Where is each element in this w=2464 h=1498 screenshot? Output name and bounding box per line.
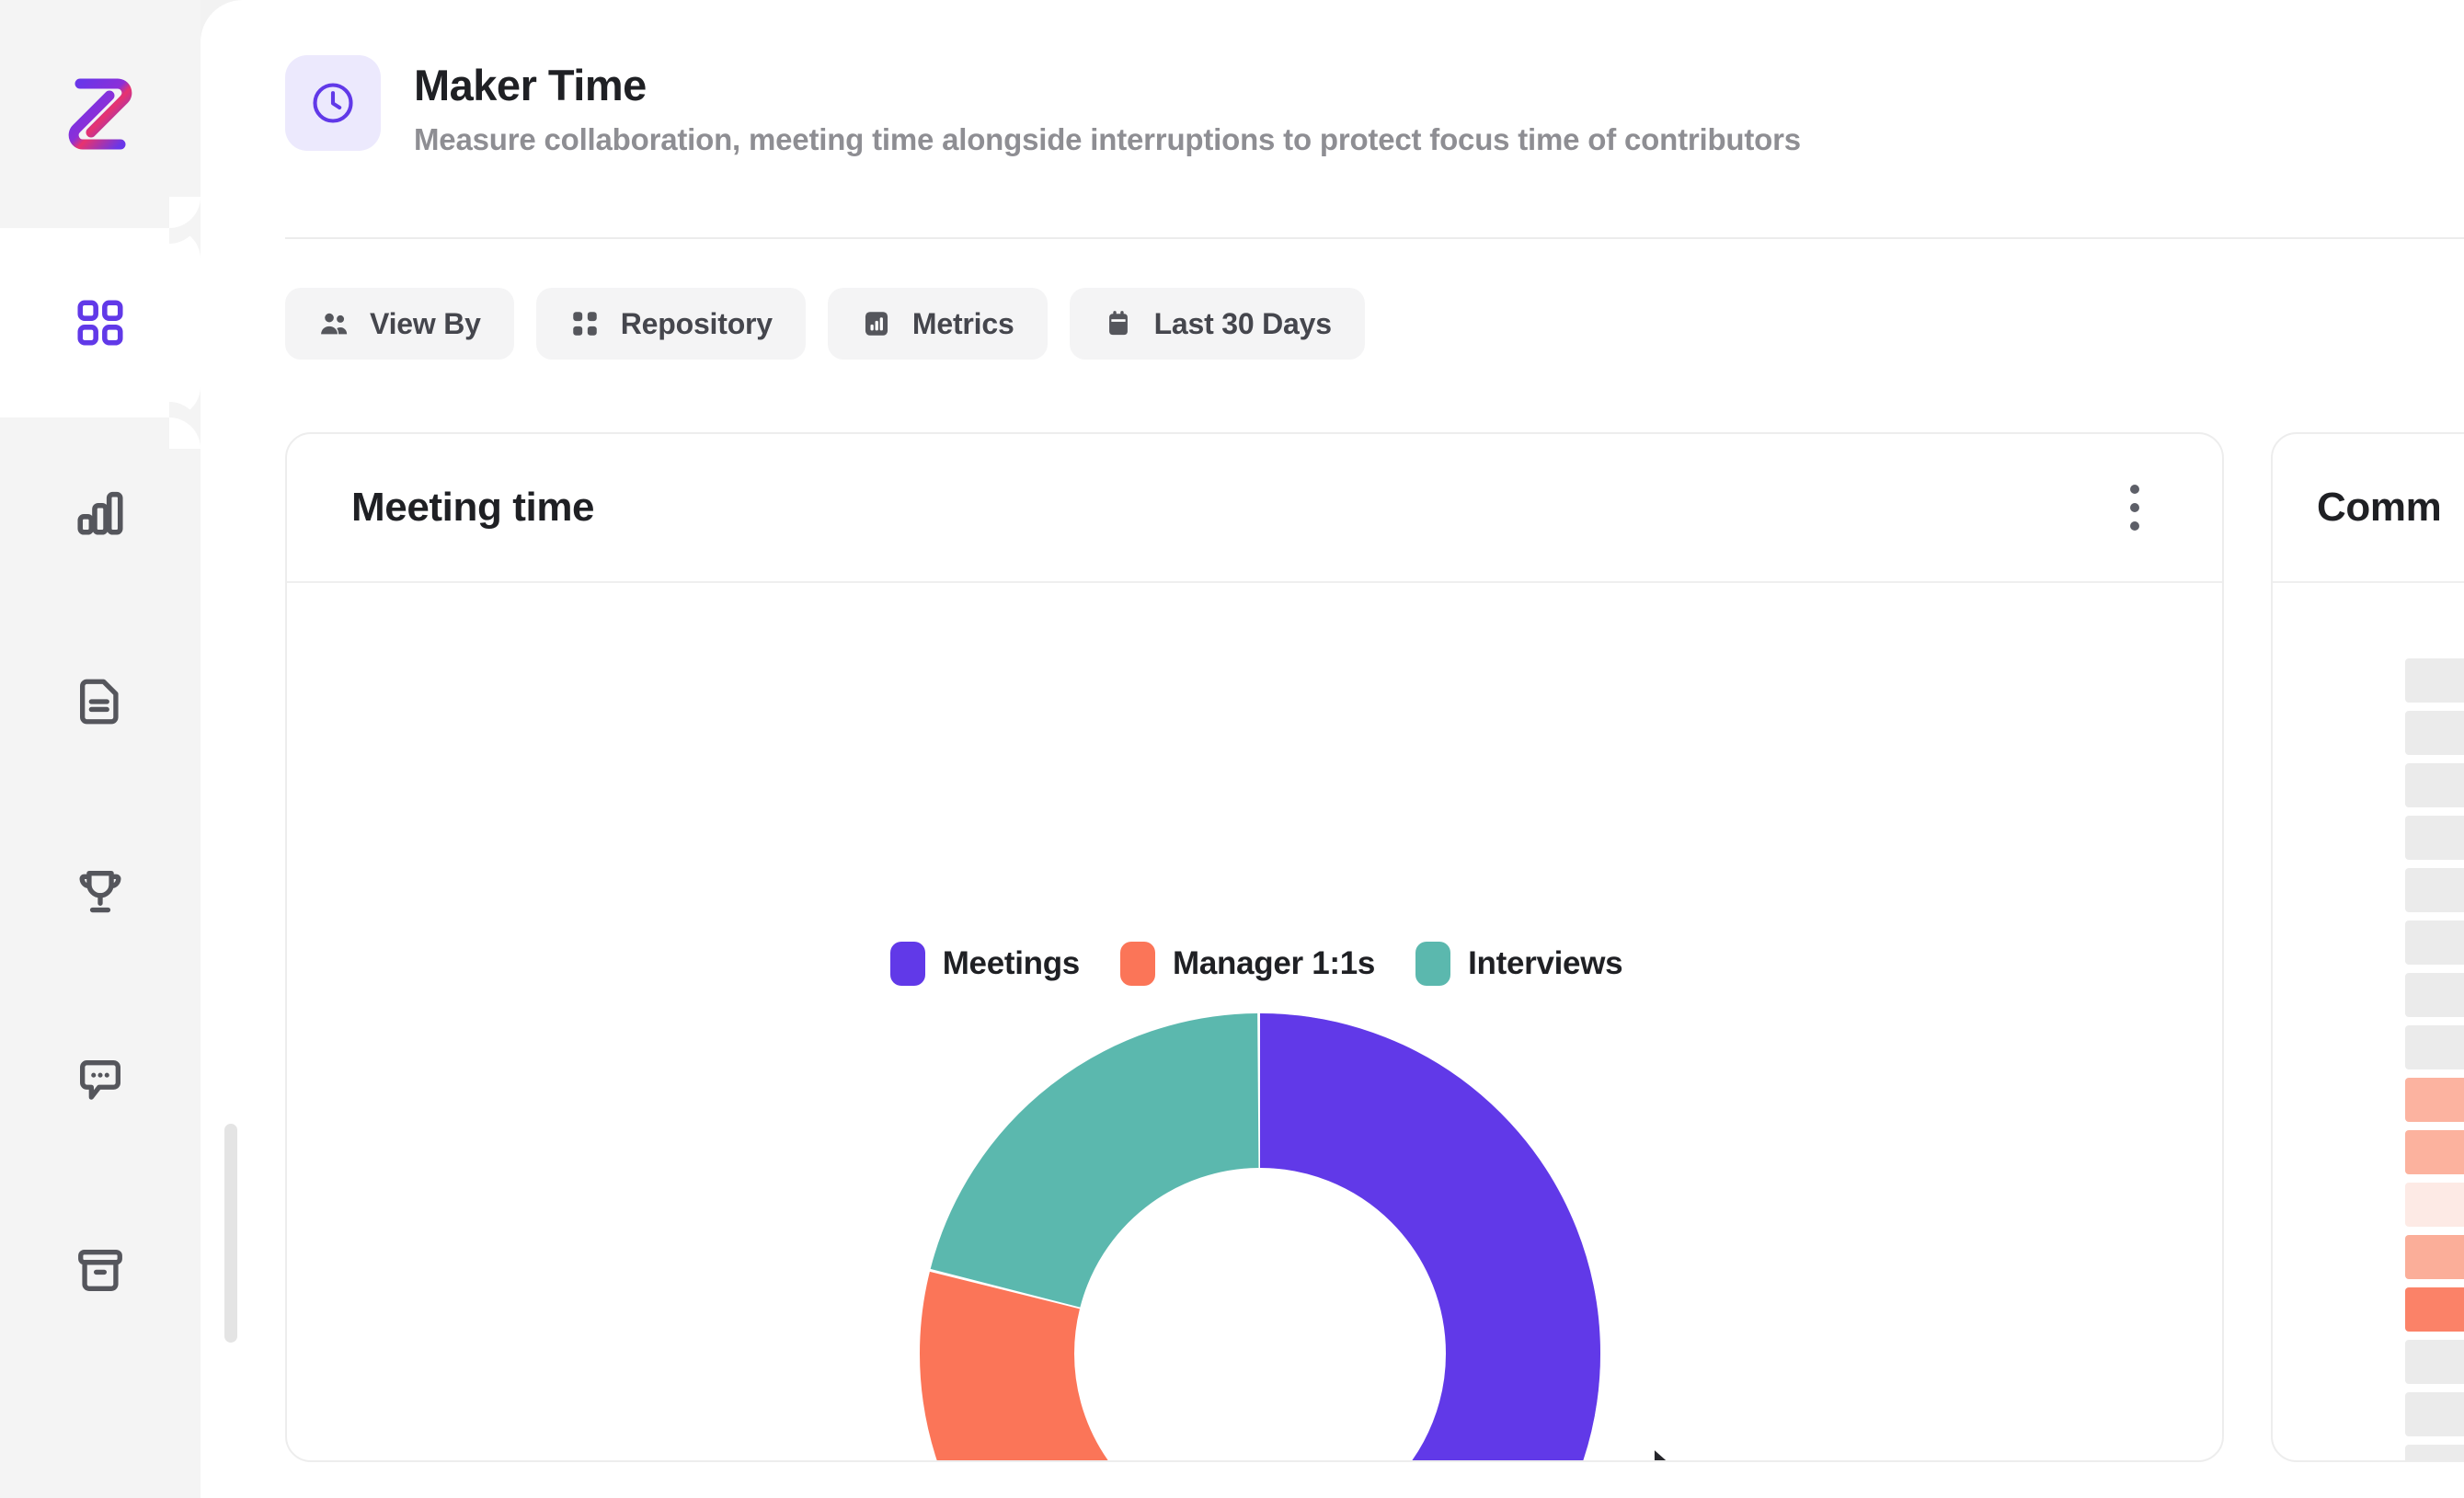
dots-grid-icon bbox=[573, 312, 597, 336]
heatmap-row[interactable] bbox=[2405, 1183, 2464, 1227]
bar-chart-icon bbox=[77, 491, 123, 535]
metrics-chart-icon bbox=[865, 312, 888, 336]
heatmap-row[interactable] bbox=[2405, 1078, 2464, 1122]
brand-logo-icon bbox=[68, 78, 132, 150]
page-subtitle: Measure collaboration, meeting time alon… bbox=[414, 121, 1801, 156]
trophy-icon bbox=[79, 871, 121, 913]
donut-chart bbox=[892, 986, 1628, 1460]
heatmap-row[interactable] bbox=[2405, 1340, 2464, 1384]
sidebar-nav bbox=[0, 197, 201, 1365]
heatmap-row[interactable] bbox=[2405, 973, 2464, 1017]
legend-label: Meetings bbox=[942, 945, 1081, 981]
meeting-time-card: Meeting time Meetings Manager 1:1s Inter… bbox=[285, 432, 2224, 1462]
page-icon-badge bbox=[285, 55, 381, 151]
filter-date-range-button[interactable]: Last 30 Days bbox=[1069, 288, 1365, 360]
communication-card: Comm S Non working h 0 bbox=[2271, 432, 2464, 1462]
sidebar-item-archive[interactable] bbox=[0, 1175, 201, 1365]
sidebar-item-analytics[interactable] bbox=[0, 417, 201, 607]
grid-dashboard-icon bbox=[77, 300, 123, 346]
heatmap bbox=[2405, 658, 2464, 1460]
kebab-dot bbox=[2130, 521, 2139, 531]
filter-date-range-label: Last 30 Days bbox=[1153, 306, 1332, 340]
filter-repository-button[interactable]: Repository bbox=[535, 288, 806, 360]
legend-swatch-icon bbox=[1415, 942, 1451, 986]
legend-item-manager-1-1s[interactable]: Manager 1:1s bbox=[1119, 942, 1376, 986]
heatmap-row[interactable] bbox=[2405, 1445, 2464, 1460]
mouse-cursor-icon bbox=[1652, 1446, 1669, 1460]
clock-icon bbox=[313, 83, 353, 123]
page-title: Maker Time bbox=[414, 61, 647, 109]
heatmap-row[interactable] bbox=[2405, 1025, 2464, 1069]
page-scrollbar[interactable] bbox=[224, 1124, 237, 1343]
header-divider bbox=[285, 237, 2464, 239]
users-icon bbox=[321, 313, 348, 335]
legend-swatch-icon bbox=[1119, 942, 1155, 986]
page-header: Maker Time Measure collaboration, meetin… bbox=[285, 55, 2447, 157]
kebab-dot bbox=[2130, 503, 2139, 512]
heatmap-row[interactable] bbox=[2405, 921, 2464, 965]
filter-metrics-label: Metrics bbox=[911, 306, 1014, 340]
sidebar-item-goals[interactable] bbox=[0, 796, 201, 986]
kebab-menu-icon[interactable] bbox=[2108, 479, 2161, 536]
donut-chart-svg bbox=[920, 1013, 1600, 1460]
filter-view-by-label: View By bbox=[370, 306, 481, 340]
archive-box-icon bbox=[78, 1250, 122, 1291]
side-card-title: Comm bbox=[2317, 485, 2442, 530]
sidebar-item-messages[interactable] bbox=[0, 986, 201, 1175]
sidebar-item-reports[interactable] bbox=[0, 607, 201, 796]
filter-metrics-button[interactable]: Metrics bbox=[827, 288, 1048, 360]
card-title: Meeting time bbox=[351, 485, 595, 530]
heatmap-row[interactable] bbox=[2405, 658, 2464, 703]
side-card-header: Comm bbox=[2273, 434, 2464, 583]
heatmap-row[interactable] bbox=[2405, 1287, 2464, 1332]
heatmap-row[interactable] bbox=[2405, 816, 2464, 860]
filter-repository-label: Repository bbox=[620, 306, 773, 340]
heatmap-row[interactable] bbox=[2405, 1130, 2464, 1174]
legend-swatch-icon bbox=[889, 942, 925, 986]
filter-view-by-button[interactable]: View By bbox=[285, 288, 514, 360]
kebab-dot bbox=[2130, 485, 2139, 494]
heatmap-row[interactable] bbox=[2405, 1392, 2464, 1436]
legend-item-interviews[interactable]: Interviews bbox=[1415, 942, 1623, 986]
app-logo[interactable] bbox=[0, 0, 201, 228]
card-header: Meeting time bbox=[287, 434, 2222, 583]
heatmap-row[interactable] bbox=[2405, 763, 2464, 807]
legend-label: Manager 1:1s bbox=[1172, 945, 1376, 981]
sidebar-item-dashboard[interactable] bbox=[0, 197, 201, 449]
document-icon bbox=[80, 679, 119, 725]
legend-item-meetings[interactable]: Meetings bbox=[889, 942, 1081, 986]
chat-bubble-icon bbox=[80, 1060, 120, 1100]
legend-label: Interviews bbox=[1468, 945, 1623, 981]
filter-toolbar: View By Repository Metrics Last 30 Days bbox=[285, 288, 1365, 360]
chart-legend: Meetings Manager 1:1s Interviews bbox=[287, 942, 2222, 986]
heatmap-row[interactable] bbox=[2405, 868, 2464, 912]
calendar-icon bbox=[1108, 311, 1128, 336]
app-window: Maker Time Measure collaboration, meetin… bbox=[0, 0, 2464, 1498]
sidebar bbox=[0, 0, 201, 1498]
heatmap-row[interactable] bbox=[2405, 711, 2464, 755]
heatmap-row[interactable] bbox=[2405, 1235, 2464, 1279]
main-content: Maker Time Measure collaboration, meetin… bbox=[201, 0, 2464, 1498]
